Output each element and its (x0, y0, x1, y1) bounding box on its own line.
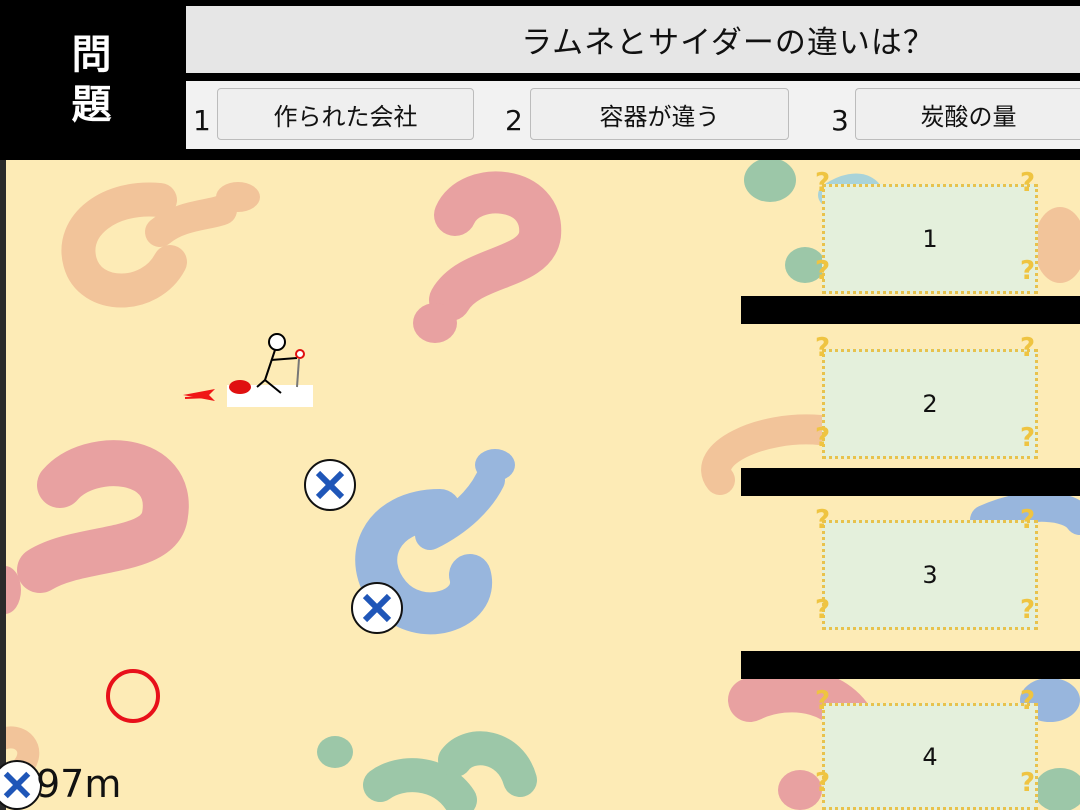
choice-button-1[interactable]: 作られた会社 (217, 88, 474, 140)
answer-panel-1[interactable]: 1 (822, 184, 1038, 294)
question-bar: ラムネとサイダーの違いは？ (186, 6, 1080, 73)
question-label-line2: 題 (71, 82, 112, 128)
question-mark-icon: ? (1020, 686, 1036, 716)
question-mark-icon: ? (1020, 768, 1036, 798)
question-mark-icon: ? (815, 768, 831, 798)
left-edge-strip (0, 160, 6, 810)
game-stage: 問 題 ラムネとサイダーの違いは？ 1 作られた会社 2 容器が違う 3 炭酸の… (0, 0, 1080, 810)
choice-button-3[interactable]: 炭酸の量 (855, 88, 1080, 140)
choice-number-3: 3 (831, 104, 849, 137)
lane-divider-3 (741, 651, 1080, 679)
question-mark-icon: ? (815, 256, 831, 286)
answer-panel-label-1: 1 (922, 225, 938, 253)
choice-number-2: 2 (505, 104, 523, 137)
choice-label-1: 作られた会社 (273, 102, 418, 131)
question-text: ラムネとサイダーの違いは？ (521, 25, 935, 61)
correct-answer-ring (106, 669, 160, 723)
answer-panel-label-2: 2 (922, 390, 938, 418)
cross-icon (362, 593, 392, 623)
choice-label-3: 炭酸の量 (920, 102, 1017, 131)
question-mark-icon: ? (815, 423, 831, 453)
answer-panel-2[interactable]: 2 (822, 349, 1038, 459)
question-mark-icon: ? (1020, 423, 1036, 453)
question-mark-icon: ? (815, 686, 831, 716)
lane-divider-1 (741, 296, 1080, 324)
choice-number-1: 1 (193, 104, 211, 137)
distance-readout: 97m (36, 762, 122, 806)
question-mark-icon: ? (1020, 595, 1036, 625)
question-mark-icon: ? (1020, 256, 1036, 286)
player-rocket-sled[interactable] (175, 325, 320, 415)
lane-divider-2 (741, 468, 1080, 496)
question-mark-icon: ? (815, 595, 831, 625)
answer-panel-4[interactable]: 4 (822, 703, 1038, 810)
question-mark-icon: ? (1020, 505, 1036, 535)
wrong-answer-token (304, 459, 356, 511)
answer-panel-label-4: 4 (922, 742, 938, 771)
cross-icon (315, 470, 345, 500)
wrong-answer-token (351, 582, 403, 634)
question-mark-icon: ? (815, 333, 831, 363)
cross-icon (3, 771, 31, 799)
choice-button-2[interactable]: 容器が違う (530, 88, 789, 140)
answer-panel-3[interactable]: 3 (822, 520, 1038, 630)
answer-panel-label-3: 3 (922, 561, 938, 589)
question-mark-icon: ? (815, 505, 831, 535)
question-mark-icon: ? (1020, 333, 1036, 363)
question-label: 問 題 (0, 0, 183, 160)
choice-label-2: 容器が違う (599, 102, 720, 131)
question-label-line1: 問 (71, 32, 112, 78)
question-mark-icon: ? (815, 168, 831, 198)
question-mark-icon: ? (1020, 168, 1036, 198)
